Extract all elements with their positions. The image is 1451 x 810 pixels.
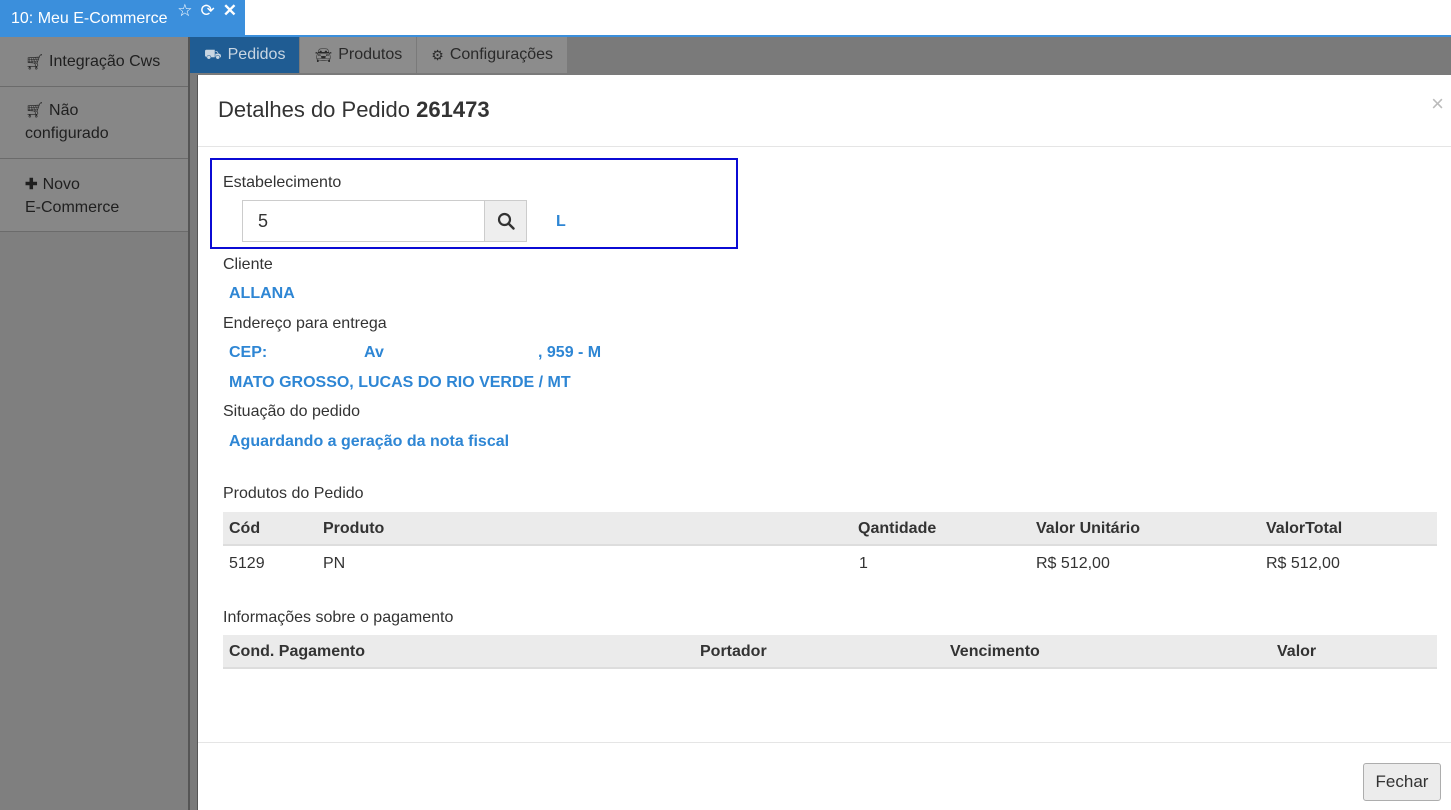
city-line: MATO GROSSO, LUCAS DO RIO VERDE / MT (229, 374, 571, 391)
estabelecimento-input[interactable]: 5 (242, 200, 486, 242)
close-icon[interactable]: ✕ (223, 1, 237, 21)
situacao-label: Situação do pedido (223, 403, 360, 420)
cliente-value: ALLANA (229, 285, 295, 302)
modal-title: Detalhes do Pedido 261473 (218, 97, 490, 123)
cliente-label: Cliente (223, 256, 273, 273)
sidebar-item-integracao-cws[interactable]: 🛒︎ Integração Cws (0, 37, 188, 87)
gears-icon: ⚙ (431, 46, 444, 63)
sidebar-item-label: Novo (42, 176, 80, 193)
tab-label: Pedidos (227, 46, 286, 63)
modal-header: Detalhes do Pedido 261473 × (198, 75, 1451, 147)
window-tab-title: 10: Meu E-Commerce (11, 10, 168, 27)
tab-produtos[interactable]: 🚘︎ Produtos (300, 37, 418, 73)
cell-valor-total: R$ 512,00 (1266, 555, 1340, 572)
sidebar-item-label-line2: E-Commerce (25, 199, 120, 216)
produtos-label: Produtos do Pedido (223, 485, 364, 502)
situacao-value: Aguardando a geração da nota fiscal (229, 433, 510, 450)
cell-quantidade: 1 (859, 555, 868, 572)
cell-valor-unitario: R$ 512,00 (1036, 555, 1110, 572)
column-header: Qantidade (858, 520, 937, 537)
sidebar-item-nao-configurado[interactable]: 🛒︎ Não configurado (0, 87, 188, 159)
endereco-label: Endereço para entrega (223, 315, 387, 332)
column-header: ValorTotal (1266, 520, 1343, 537)
sidebar-item-novo-ecommerce[interactable]: ✚ Novo E-Commerce (0, 159, 188, 232)
cell-cod: 5129 (229, 555, 265, 572)
estabelecimento-value: 5 (258, 210, 269, 231)
tab-pedidos[interactable]: ⛟ Pedidos (190, 37, 301, 73)
fechar-button[interactable]: Fechar (1363, 763, 1441, 801)
address-number: , 959 - M (538, 344, 602, 361)
cart-icon: 🛒︎ (25, 102, 45, 119)
pagamento-table-header (223, 635, 1437, 669)
star-icon[interactable]: ☆ (177, 1, 192, 21)
modal-close-icon[interactable]: × (1431, 91, 1444, 117)
pagamento-label: Informações sobre o pagamento (223, 609, 454, 626)
street-prefix: Av (364, 344, 384, 361)
window-tab[interactable]: 10: Meu E-Commerce ☆ ⟳ ✕ (0, 0, 245, 36)
produtos-table-header (223, 512, 1437, 546)
order-number: 261473 (416, 97, 490, 122)
cart-icon: 🛒︎ (25, 53, 45, 71)
column-header: Cond. Pagamento (229, 643, 366, 660)
sidebar-item-label: Não (49, 102, 79, 119)
column-header: Portador (700, 643, 767, 660)
modal-footer-divider (198, 742, 1451, 743)
sidebar: 🛒︎ Integração Cws 🛒︎ Não configurado ✚ Nov… (0, 37, 188, 810)
search-button[interactable] (484, 200, 527, 242)
truck-icon: ⛟ (204, 45, 222, 62)
refresh-icon[interactable]: ⟳ (201, 1, 215, 21)
estabelecimento-name: L (556, 213, 566, 230)
column-header: Valor (1277, 643, 1317, 660)
estabelecimento-label: Estabelecimento (223, 174, 342, 191)
column-header: Produto (323, 520, 385, 537)
sidebar-item-label-line2: configurado (25, 125, 109, 142)
car-icon: 🚘︎ (314, 46, 333, 63)
tab-label: Produtos (338, 46, 403, 63)
modal-title-prefix: Detalhes do Pedido (218, 97, 411, 122)
tab-configuracoes[interactable]: ⚙ Configurações (417, 37, 569, 73)
address-number-clip: , 959 - M (538, 344, 604, 364)
cell-produto: PN (323, 555, 346, 572)
search-icon (497, 212, 515, 230)
plus-icon: ✚ (25, 176, 38, 193)
tab-label: Configurações (449, 46, 554, 63)
column-header: Valor Unitário (1036, 520, 1141, 537)
order-details-modal: Detalhes do Pedido 261473 × Estabelecime… (197, 75, 1451, 810)
sidebar-item-label: Integração Cws (49, 52, 161, 70)
column-header: Cód (229, 520, 261, 537)
column-header: Vencimento (950, 643, 1040, 660)
cep-label: CEP: (229, 344, 268, 361)
module-tabs: ⛟ Pedidos 🚘︎ Produtos ⚙ Configurações (190, 37, 569, 73)
